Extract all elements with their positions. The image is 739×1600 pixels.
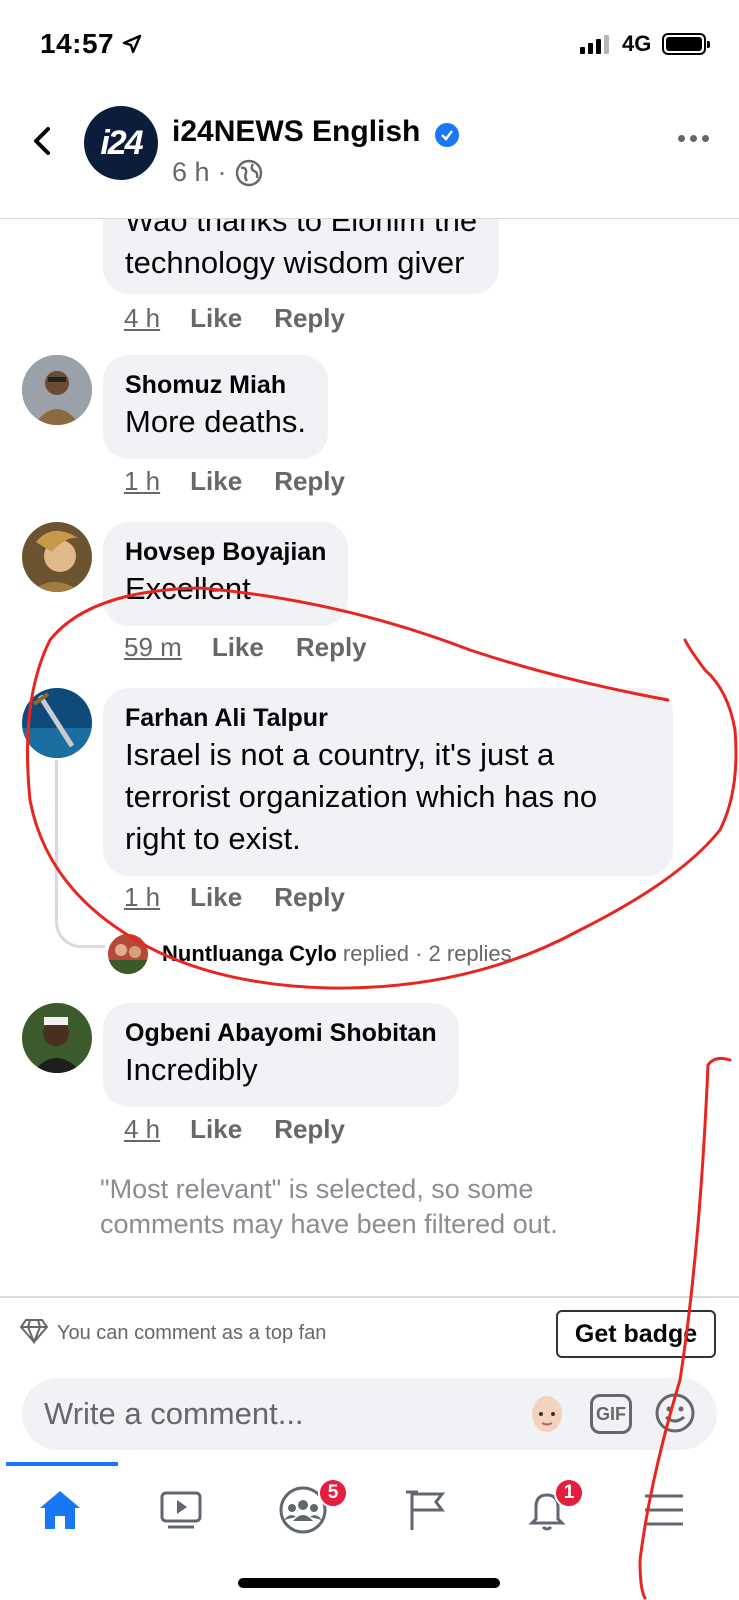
comment-composer: GIF	[0, 1366, 739, 1462]
nav-watch[interactable]	[146, 1480, 216, 1540]
comment-author[interactable]: Shomuz Miah	[125, 369, 306, 401]
comment-time[interactable]: 4 h	[124, 303, 160, 334]
gif-button[interactable]: GIF	[590, 1394, 632, 1434]
menu-icon	[645, 1494, 683, 1526]
reply-button[interactable]: Reply	[296, 632, 367, 663]
like-button[interactable]: Like	[212, 632, 264, 663]
comment-text: Excellent	[125, 571, 251, 606]
replier-name: Nuntluanga Cylo	[162, 941, 337, 966]
reply-button[interactable]: Reply	[274, 882, 345, 913]
comment-actions: 1 h Like Reply	[124, 882, 377, 913]
comment-actions: 1 h Like Reply	[124, 466, 377, 497]
comment-text: More deaths.	[125, 404, 306, 439]
nav-menu[interactable]	[629, 1480, 699, 1540]
reply-button[interactable]: Reply	[274, 1114, 345, 1145]
avatar[interactable]	[22, 688, 92, 758]
diamond-icon	[20, 1319, 48, 1344]
notifications-badge: 1	[554, 1478, 584, 1508]
like-button[interactable]: Like	[190, 1114, 242, 1145]
comment-text: Incredibly	[125, 1052, 258, 1087]
reply-button[interactable]: Reply	[274, 303, 345, 334]
emoji-icon[interactable]	[654, 1392, 696, 1434]
globe-icon	[235, 159, 262, 186]
groups-badge: 5	[318, 1478, 348, 1508]
comment-bubble[interactable]: Hovsep Boyajian Excellent	[103, 522, 349, 626]
replied-label: replied	[342, 941, 409, 966]
avatar[interactable]	[22, 1003, 92, 1073]
top-fan-text: You can comment as a top fan	[57, 1322, 327, 1344]
like-button[interactable]: Like	[190, 466, 242, 497]
comment-author[interactable]: Farhan Ali Talpur	[125, 702, 651, 734]
get-badge-button[interactable]: Get badge	[556, 1310, 716, 1358]
like-button[interactable]: Like	[190, 882, 242, 913]
top-fan-bar: You can comment as a top fan Get badge	[0, 1296, 739, 1366]
comment-time[interactable]: 1 h	[124, 882, 160, 913]
home-icon	[40, 1491, 80, 1529]
nav-notifications[interactable]: 1	[512, 1478, 584, 1540]
comment-bubble[interactable]: Shomuz Miah More deaths.	[103, 355, 328, 459]
avatar[interactable]	[22, 522, 92, 592]
post-meta: 6 h ·	[172, 157, 263, 188]
comment-actions: 59 m Like Reply	[124, 632, 399, 663]
comment-bubble[interactable]: Farhan Ali Talpur Israel is not a countr…	[103, 688, 673, 876]
post-header: i24 i24NEWS English 6 h ·	[0, 95, 739, 219]
more-options-icon[interactable]	[678, 135, 709, 142]
comment-text: Israel is not a country, it's just a	[125, 737, 555, 772]
like-button[interactable]: Like	[190, 303, 242, 334]
comment-text: right to exist.	[125, 821, 301, 856]
replier-avatar	[108, 934, 148, 974]
pages-flag-icon	[406, 1490, 445, 1530]
page-logo: i24	[100, 123, 143, 162]
watch-icon	[160, 1491, 202, 1529]
meta-separator: ·	[217, 157, 227, 187]
comment-time[interactable]: 59 m	[124, 632, 182, 663]
verified-badge-icon	[435, 123, 459, 147]
comment-text: terrorist organization which has no	[125, 779, 598, 814]
comment-actions: 4 h Like Reply	[124, 1114, 377, 1145]
avatar-sticker-icon[interactable]	[527, 1390, 567, 1436]
avatar[interactable]	[22, 355, 92, 425]
active-tab-indicator	[6, 1462, 118, 1466]
nav-groups[interactable]: 5	[268, 1478, 348, 1540]
comment-time[interactable]: 1 h	[124, 466, 160, 497]
post-age[interactable]: 6 h	[172, 157, 210, 188]
comment-author[interactable]: Ogbeni Abayomi Shobitan	[125, 1017, 437, 1049]
reply-thread-line	[55, 760, 105, 948]
replies-count: · 2 replies	[415, 941, 512, 966]
nav-home[interactable]	[25, 1480, 95, 1540]
comment-author[interactable]: Hovsep Boyajian	[125, 536, 326, 568]
reply-button[interactable]: Reply	[274, 466, 345, 497]
comment-text: technology wisdom giver	[125, 245, 465, 280]
filter-note: "Most relevant" is selected, so some com…	[100, 1174, 558, 1239]
nav-pages[interactable]	[390, 1480, 460, 1540]
back-arrow-icon[interactable]	[24, 123, 60, 159]
page-avatar[interactable]: i24	[84, 106, 158, 180]
comment-actions: 4 h Like Reply	[124, 303, 377, 334]
home-indicator	[238, 1578, 500, 1588]
page-name[interactable]: i24NEWS English	[172, 115, 420, 149]
view-replies-link[interactable]: Nuntluanga Cylo replied · 2 replies	[108, 934, 512, 974]
comment-bubble[interactable]: Ogbeni Abayomi Shobitan Incredibly	[103, 1003, 459, 1107]
comment-time[interactable]: 4 h	[124, 1114, 160, 1145]
